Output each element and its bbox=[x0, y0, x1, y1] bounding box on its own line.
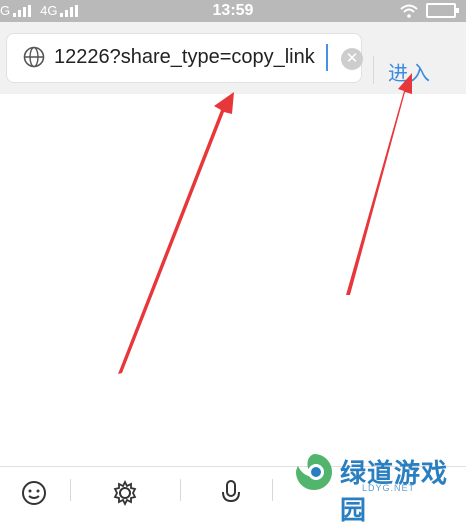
divider bbox=[70, 479, 71, 501]
watermark-sub: LDYG.NET bbox=[362, 483, 416, 493]
annotation-arrows bbox=[118, 73, 412, 374]
emoji-icon[interactable] bbox=[20, 479, 48, 507]
microphone-icon[interactable] bbox=[217, 479, 245, 507]
watermark-logo bbox=[296, 454, 332, 490]
divider bbox=[272, 479, 273, 501]
arrow-to-enter bbox=[346, 73, 412, 295]
gear-icon[interactable] bbox=[111, 479, 139, 507]
divider bbox=[180, 479, 181, 501]
arrow-to-url bbox=[118, 92, 234, 374]
